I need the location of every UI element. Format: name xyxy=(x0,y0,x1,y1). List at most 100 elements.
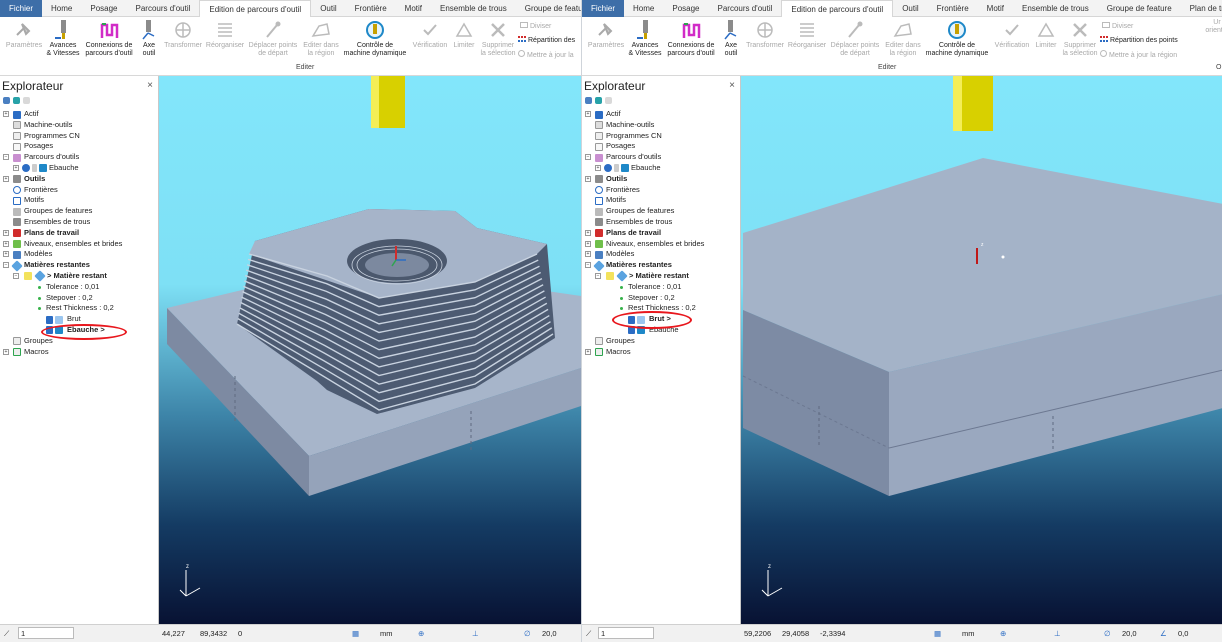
expand-toggle[interactable]: − xyxy=(13,272,19,279)
feeds-speeds-button[interactable]: Avances & Vitesses xyxy=(43,19,83,58)
expand-toggle[interactable]: + xyxy=(585,229,591,236)
tab-feature-group[interactable]: Groupe de feature xyxy=(1098,0,1181,17)
expand-toggle[interactable]: + xyxy=(585,348,591,355)
tree-node-active[interactable]: + Actif xyxy=(584,109,740,120)
3d-viewport[interactable]: z xyxy=(159,76,581,624)
tool-axis-button[interactable]: Axe outil xyxy=(137,19,161,58)
tree-node-hole-sets[interactable]: Ensembles de trous xyxy=(584,217,740,228)
dynamic-machine-control-button[interactable]: Contrôle de machine dynamique xyxy=(924,19,990,58)
workplane-status-icon[interactable]: ⟋ xyxy=(4,625,9,642)
tool-axis-button[interactable]: Axe outil xyxy=(719,19,743,58)
tab-hole-set[interactable]: Ensemble de trous xyxy=(1013,0,1098,17)
tree-node-patterns[interactable]: Motifs xyxy=(584,195,740,206)
expand-toggle[interactable]: + xyxy=(3,348,9,355)
expand-toggle[interactable]: − xyxy=(3,262,9,269)
toolpath-links-button[interactable]: Connexions de parcours d'outil xyxy=(664,19,718,58)
tab-setup[interactable]: Posage xyxy=(663,0,708,17)
verification-button[interactable]: Vérification xyxy=(410,19,450,50)
reorder-button[interactable]: Réorganiser xyxy=(205,19,245,50)
tab-home[interactable]: Home xyxy=(624,0,663,17)
layer-select[interactable]: 1 xyxy=(18,627,74,639)
tool-status-icon[interactable]: ⊥ xyxy=(472,625,479,642)
reorder-button[interactable]: Réorganiser xyxy=(787,19,827,50)
expand-toggle[interactable]: + xyxy=(3,251,9,258)
update-region-button[interactable]: Mettre à jour la région xyxy=(1100,50,1177,60)
expand-toggle[interactable]: + xyxy=(3,229,9,236)
tree-view-icon[interactable] xyxy=(3,97,10,104)
orientation-button-partial[interactable]: Ur orientat xyxy=(1204,19,1222,35)
tree-node-active[interactable]: + Actif xyxy=(2,109,158,120)
tree-node-stock-model[interactable]: − > Matière restant xyxy=(2,270,158,283)
tree-node-macros[interactable]: + Macros xyxy=(2,347,158,358)
layer-select[interactable]: 1 xyxy=(598,627,654,639)
limit-button[interactable]: Limiter xyxy=(450,19,478,50)
workplane-status-icon[interactable]: ⟋ xyxy=(586,625,591,642)
tree-node-boundaries[interactable]: Frontières xyxy=(584,185,740,196)
tree-node-setups[interactable]: Posages xyxy=(2,141,158,152)
3d-viewport[interactable]: z z xyxy=(741,76,1222,624)
tab-home[interactable]: Home xyxy=(42,0,81,17)
tree-node-workplanes[interactable]: + Plans de travail xyxy=(2,228,158,239)
filter-icon[interactable] xyxy=(13,97,20,104)
tree-node-toolpaths[interactable]: − Parcours d'outils xyxy=(2,152,158,163)
expand-toggle[interactable]: − xyxy=(585,262,591,269)
tree-node-groups[interactable]: Groupes xyxy=(584,336,740,347)
tree-node-nc-programs[interactable]: Programmes CN xyxy=(584,131,740,142)
tree-node-levels[interactable]: + Niveaux, ensembles et brides xyxy=(584,239,740,250)
expand-toggle[interactable]: + xyxy=(3,240,9,247)
parameters-button[interactable]: Paramètres xyxy=(586,19,626,50)
tab-toolpath[interactable]: Parcours d'outil xyxy=(709,0,782,17)
point-distribution-button[interactable]: Répartition des xyxy=(518,36,575,45)
expand-toggle[interactable]: + xyxy=(585,175,591,182)
explorer-close-button[interactable]: × xyxy=(147,80,153,91)
point-distribution-button[interactable]: Répartition des points xyxy=(1100,36,1178,45)
tree-node-feature-groups[interactable]: Groupes de features xyxy=(584,206,740,217)
tree-view-icon[interactable] xyxy=(585,97,592,104)
explorer-close-button[interactable]: × xyxy=(729,80,735,91)
expand-toggle[interactable]: + xyxy=(585,251,591,258)
transform-button[interactable]: Transformer xyxy=(745,19,785,50)
update-region-button[interactable]: Mettre à jour la xyxy=(518,50,574,60)
tree-node-setups[interactable]: Posages xyxy=(584,141,740,152)
tab-tool[interactable]: Outil xyxy=(893,0,927,17)
expand-toggle[interactable]: − xyxy=(3,154,9,161)
divide-button[interactable]: Diviser xyxy=(520,22,551,31)
tree-node-levels[interactable]: + Niveaux, ensembles et brides xyxy=(2,239,158,250)
tool-status-icon[interactable]: ⊥ xyxy=(1054,625,1061,642)
grid-icon[interactable]: ▦ xyxy=(352,625,359,642)
tab-feature-group[interactable]: Groupe de feature xyxy=(516,0,581,17)
tree-node-roughing[interactable]: + Ebauche xyxy=(584,163,740,174)
expand-toggle[interactable]: + xyxy=(13,164,19,171)
crosshair-icon[interactable]: ⊕ xyxy=(418,625,424,642)
tree-node-machines[interactable]: Machine-outils xyxy=(584,120,740,131)
tree-node-macros[interactable]: + Macros xyxy=(584,347,740,358)
tab-workplane[interactable]: Plan de travail xyxy=(1181,0,1222,17)
expand-toggle[interactable]: + xyxy=(3,175,9,182)
expand-toggle[interactable]: − xyxy=(595,272,601,279)
tree-node-stock-model[interactable]: − > Matière restant xyxy=(584,270,740,283)
feeds-speeds-button[interactable]: Avances & Vitesses xyxy=(625,19,665,58)
verification-button[interactable]: Vérification xyxy=(992,19,1032,50)
crosshair-icon[interactable]: ⊕ xyxy=(1000,625,1006,642)
clear-icon[interactable] xyxy=(605,97,612,104)
tree-node-models[interactable]: + Modèles xyxy=(584,249,740,260)
tab-setup[interactable]: Posage xyxy=(81,0,126,17)
tree-node-hole-sets[interactable]: Ensembles de trous xyxy=(2,217,158,228)
expand-toggle[interactable]: + xyxy=(585,240,591,247)
move-start-points-button[interactable]: Déplacer points de départ xyxy=(246,19,300,58)
tree-node-nc-programs[interactable]: Programmes CN xyxy=(2,131,158,142)
tree-node-feature-groups[interactable]: Groupes de features xyxy=(2,206,158,217)
tab-toolpath-edit[interactable]: Edition de parcours d'outil xyxy=(781,0,894,18)
toolpath-links-button[interactable]: Connexions de parcours d'outil xyxy=(82,19,136,58)
tab-boundary[interactable]: Frontière xyxy=(346,0,396,17)
tree-node-stock-models[interactable]: − Matières restantes xyxy=(584,259,740,272)
limit-button[interactable]: Limiter xyxy=(1032,19,1060,50)
tree-node-patterns[interactable]: Motifs xyxy=(2,195,158,206)
tree-node-roughing[interactable]: + Ebauche xyxy=(2,163,158,174)
expand-toggle[interactable]: − xyxy=(585,154,591,161)
tree-node-tools[interactable]: + Outils xyxy=(584,174,740,185)
tab-pattern[interactable]: Motif xyxy=(396,0,431,17)
tree-node-stock-models[interactable]: − Matières restantes xyxy=(2,259,158,272)
tree-node-toolpaths[interactable]: − Parcours d'outils xyxy=(584,152,740,163)
tab-toolpath-edit[interactable]: Edition de parcours d'outil xyxy=(199,0,312,18)
